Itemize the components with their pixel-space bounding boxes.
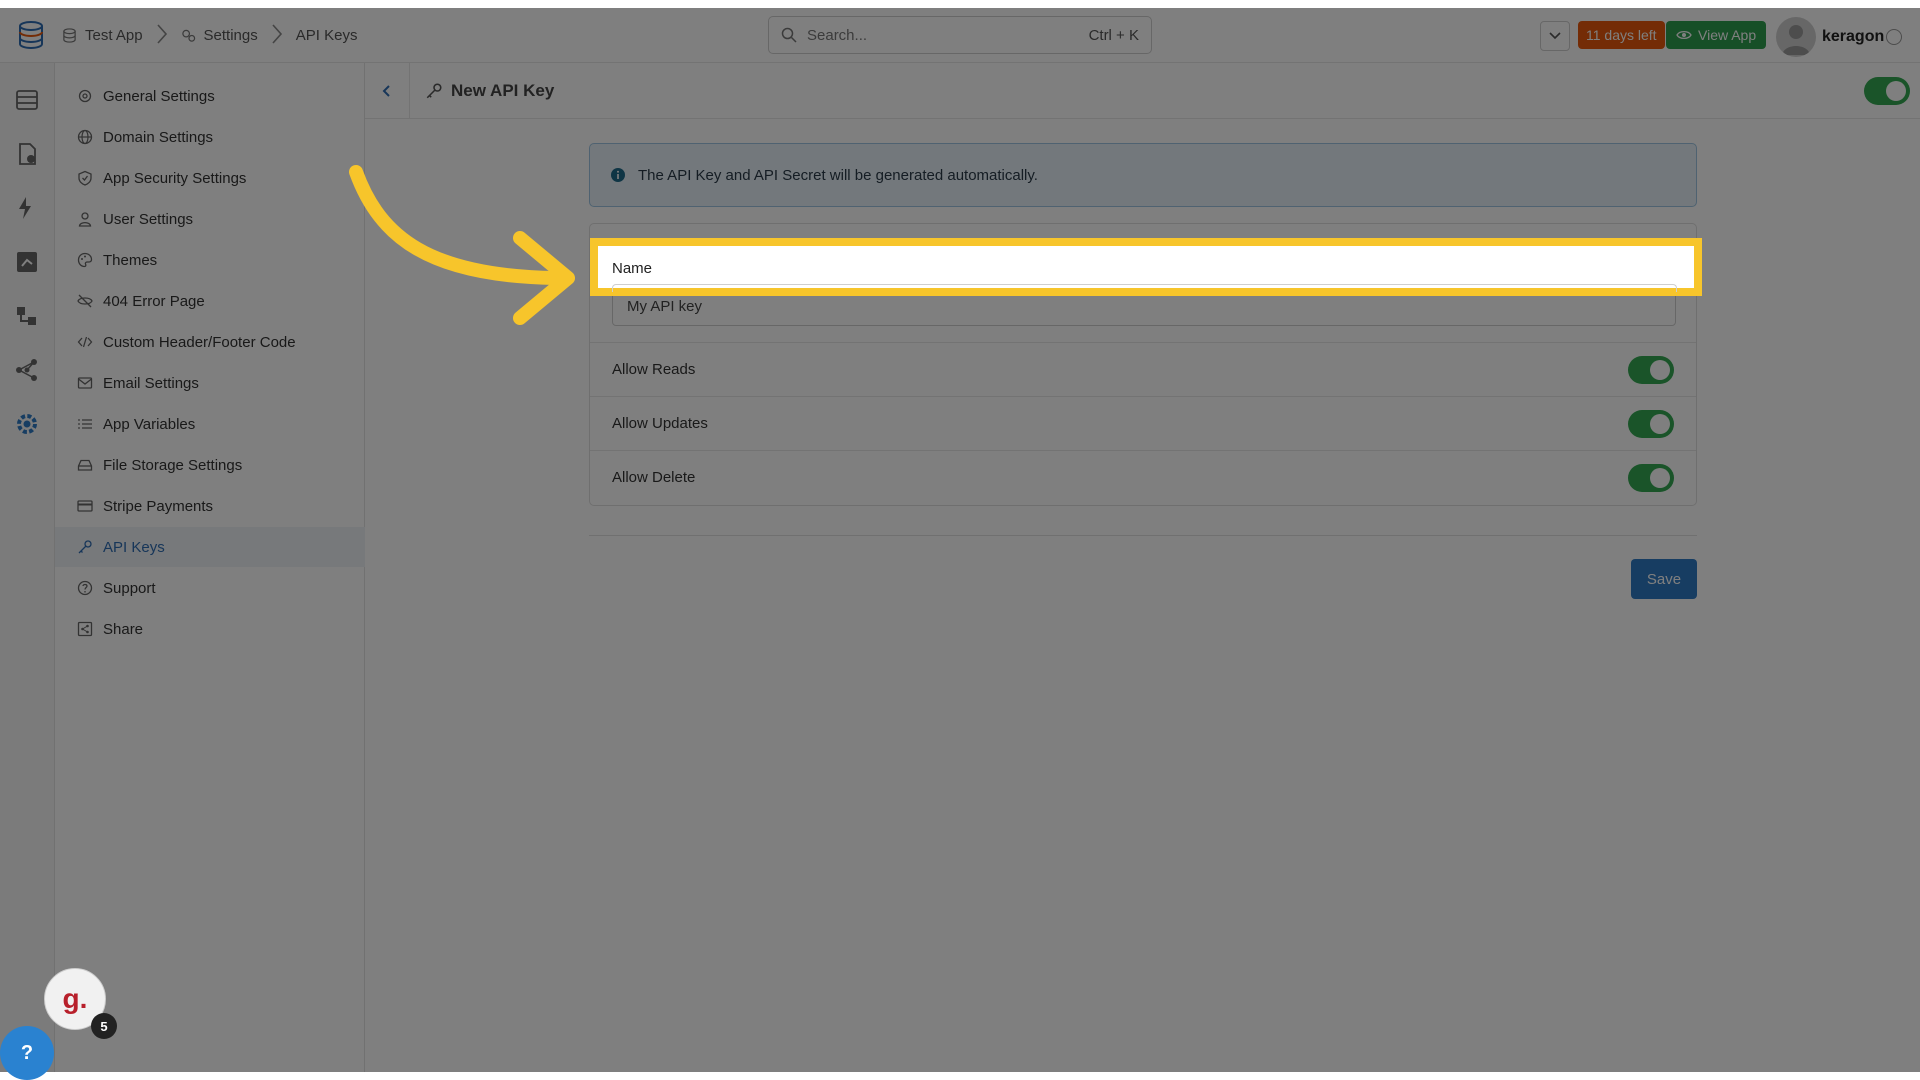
highlighted-name-field[interactable]: Name	[590, 238, 1702, 296]
tutorial-overlay	[0, 8, 1920, 1072]
guide-count-badge: 5	[91, 1013, 117, 1039]
name-input-edge	[612, 284, 1677, 292]
app-window: Test App Settings API Keys Search... Ctr…	[0, 8, 1920, 1080]
help-button[interactable]: ?	[0, 1026, 54, 1080]
highlighted-name-label: Name	[612, 260, 653, 277]
arrow-annotation-icon	[349, 165, 575, 325]
